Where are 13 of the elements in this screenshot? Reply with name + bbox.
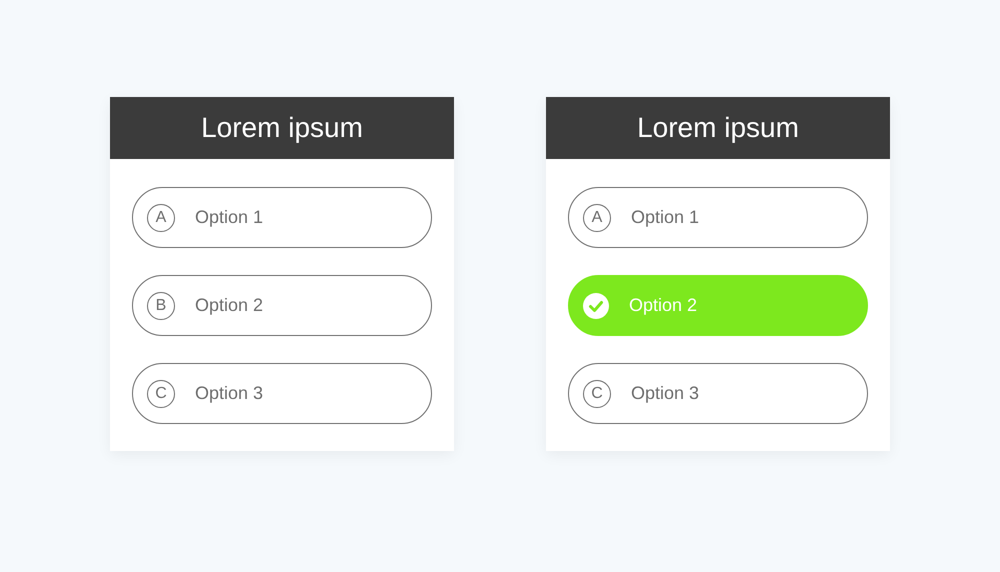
option-letter: C [583,380,611,408]
option-letter: C [147,380,175,408]
option-letter: A [583,204,611,232]
option-button[interactable]: B Option 2 [132,275,432,336]
card-title: Lorem ipsum [637,111,799,145]
check-icon [583,292,609,318]
option-letter: B [147,292,175,320]
option-letter: A [147,204,175,232]
option-button[interactable]: A Option 1 [568,187,868,248]
option-button[interactable]: C Option 3 [132,363,432,424]
option-button[interactable]: C Option 3 [568,363,868,424]
card-title: Lorem ipsum [201,111,363,145]
option-button[interactable]: A Option 1 [132,187,432,248]
